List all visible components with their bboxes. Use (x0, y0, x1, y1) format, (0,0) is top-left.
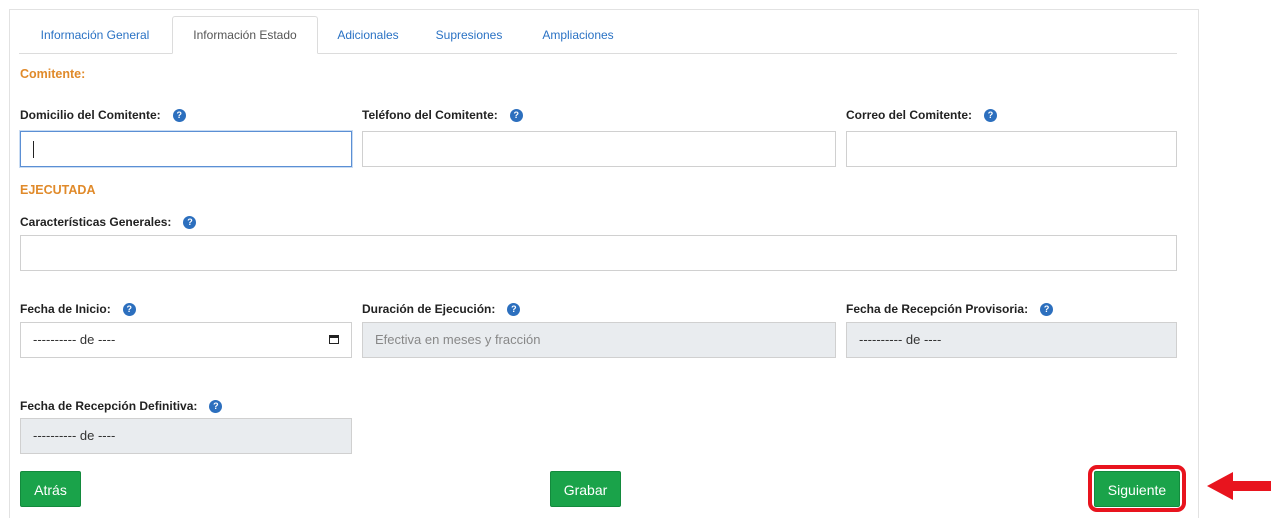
label-text: Correo del Comitente: (846, 108, 973, 122)
section-title-ejecutada: EJECUTADA (20, 183, 96, 197)
help-icon[interactable]: ? (1040, 302, 1054, 316)
help-icon[interactable]: ? (172, 108, 186, 122)
duracion-input[interactable]: Efectiva en meses y fracción (362, 322, 836, 358)
label-domicilio: Domicilio del Comitente: ? (20, 108, 186, 122)
label-fecha-inicio: Fecha de Inicio: ? (20, 302, 136, 316)
fecha-provisoria-input[interactable]: ---------- de ---- (846, 322, 1177, 358)
help-icon[interactable]: ? (209, 399, 223, 413)
label-text: Domicilio del Comitente: (20, 108, 161, 122)
caracteristicas-input[interactable] (20, 235, 1177, 271)
tab-ampliaciones[interactable]: Ampliaciones (519, 17, 637, 52)
label-duracion: Duración de Ejecución: ? (362, 302, 521, 316)
date-value: ---------- de ---- (33, 332, 116, 347)
calendar-icon[interactable] (329, 335, 339, 344)
label-text: Teléfono del Comitente: (362, 108, 498, 122)
label-text: Fecha de Recepción Definitiva: (20, 399, 198, 413)
help-icon[interactable]: ? (183, 215, 197, 229)
save-button[interactable]: Grabar (550, 471, 621, 507)
telefono-input[interactable] (362, 131, 836, 167)
fecha-inicio-input[interactable]: ---------- de ---- (20, 322, 352, 358)
label-telefono: Teléfono del Comitente: ? (362, 108, 523, 122)
label-caracteristicas: Características Generales: ? (20, 215, 197, 229)
label-correo: Correo del Comitente: ? (846, 108, 998, 122)
tab-supresiones[interactable]: Supresiones (419, 17, 519, 52)
label-fecha-provisoria: Fecha de Recepción Provisoria: ? (846, 302, 1054, 316)
correo-input[interactable] (846, 131, 1177, 167)
tab-adicionales[interactable]: Adicionales (317, 17, 419, 52)
tab-bar: Información General Información Estado A… (19, 16, 1177, 54)
tab-informacion-general[interactable]: Información General (19, 17, 171, 52)
help-icon[interactable]: ? (507, 302, 521, 316)
tab-informacion-estado[interactable]: Información Estado (172, 16, 318, 54)
fecha-definitiva-input[interactable]: ---------- de ---- (20, 418, 352, 454)
label-text: Duración de Ejecución: (362, 302, 496, 316)
back-button[interactable]: Atrás (20, 471, 81, 507)
domicilio-input[interactable] (20, 131, 352, 167)
help-icon[interactable]: ? (984, 108, 998, 122)
help-icon[interactable]: ? (122, 302, 136, 316)
label-fecha-definitiva: Fecha de Recepción Definitiva: ? (20, 399, 223, 413)
help-icon[interactable]: ? (509, 108, 523, 122)
label-text: Fecha de Recepción Provisoria: (846, 302, 1029, 316)
annotation-arrow-icon (1207, 472, 1271, 500)
section-title-comitente: Comitente: (20, 67, 86, 81)
label-text: Fecha de Inicio: (20, 302, 111, 316)
label-text: Características Generales: (20, 215, 172, 229)
annotation-highlight-box (1088, 465, 1186, 512)
text-cursor (33, 141, 34, 158)
